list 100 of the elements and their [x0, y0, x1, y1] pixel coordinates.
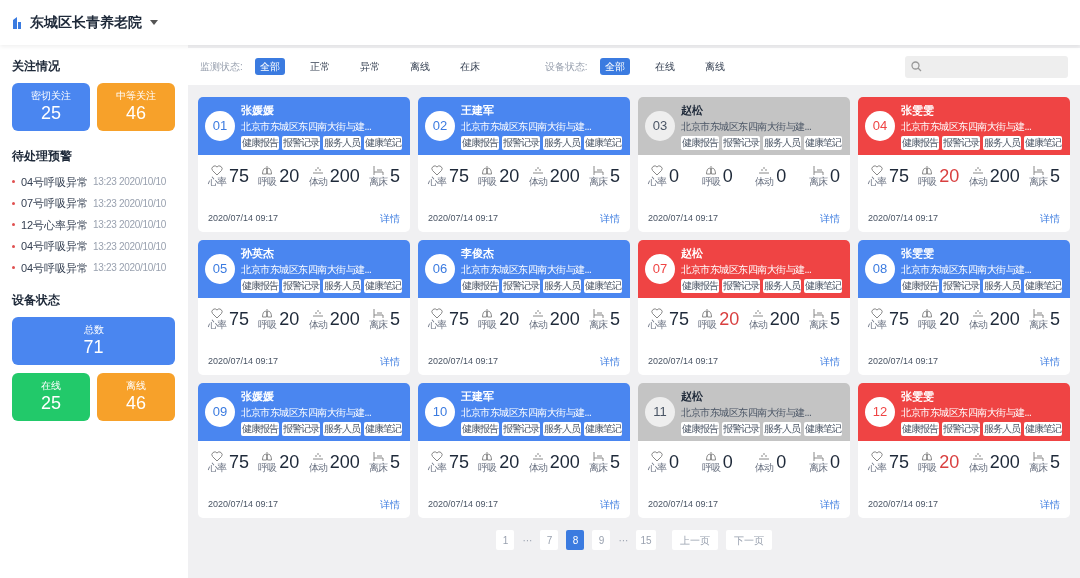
tag-button[interactable]: 健康报告: [461, 278, 499, 293]
address-text: 北京市东城区东四南大街与建...: [901, 120, 1033, 133]
alert-item[interactable]: 07号呼吸异常: [21, 195, 93, 212]
details-link[interactable]: 详情: [1040, 354, 1060, 369]
filter-tab[interactable]: 在线: [649, 58, 680, 75]
tag-button[interactable]: 报警记录: [282, 421, 320, 436]
motion-icon: [758, 165, 771, 176]
bed-icon: [811, 308, 824, 319]
stat-card[interactable]: 密切关注 25: [12, 83, 90, 131]
filter-tab[interactable]: 异常: [354, 58, 385, 75]
details-link[interactable]: 详情: [380, 497, 400, 512]
metric-value: 200: [549, 307, 580, 331]
details-link[interactable]: 详情: [600, 497, 620, 512]
lungs-icon: [921, 165, 934, 176]
tag-button[interactable]: 报警记录: [502, 135, 540, 150]
tag-button[interactable]: 健康报告: [241, 421, 279, 436]
caret-icon[interactable]: [150, 20, 158, 25]
tag-button[interactable]: 服务人员: [323, 421, 361, 436]
tag-button[interactable]: 健康报告: [681, 135, 719, 150]
tag-button[interactable]: 报警记录: [942, 278, 980, 293]
filter-tab[interactable]: 离线: [699, 58, 730, 75]
tag-button[interactable]: 报警记录: [942, 421, 980, 436]
tag-button[interactable]: 服务人员: [543, 278, 581, 293]
tag-button[interactable]: 健康笔记: [1024, 278, 1062, 293]
address-text: 北京市东城区东四南大街与建...: [681, 120, 813, 133]
tag-button[interactable]: 报警记录: [722, 421, 760, 436]
tag-button[interactable]: 健康笔记: [364, 135, 402, 150]
details-link[interactable]: 详情: [600, 354, 620, 369]
page-button[interactable]: 8: [566, 530, 585, 550]
tag-button[interactable]: 健康笔记: [584, 278, 622, 293]
tag-button[interactable]: 健康报告: [681, 278, 719, 293]
tag-button[interactable]: 报警记录: [942, 135, 980, 150]
tag-button[interactable]: 健康笔记: [1024, 421, 1062, 436]
address-text: 北京市东城区东四南大街与建...: [241, 263, 373, 276]
tag-button[interactable]: 服务人员: [543, 421, 581, 436]
tag-button[interactable]: 健康笔记: [364, 278, 402, 293]
tag-button[interactable]: 报警记录: [502, 278, 540, 293]
tag-button[interactable]: 健康笔记: [364, 421, 402, 436]
tag-button[interactable]: 报警记录: [502, 421, 540, 436]
tag-button[interactable]: 服务人员: [763, 421, 801, 436]
filter-tab[interactable]: 全部: [599, 58, 630, 75]
bed-icon: [811, 451, 824, 462]
tag-button[interactable]: 报警记录: [722, 135, 760, 150]
filter-tab[interactable]: 全部: [254, 58, 285, 75]
tag-button[interactable]: 服务人员: [983, 135, 1021, 150]
section-title: 关注情况: [12, 58, 61, 75]
details-link[interactable]: 详情: [380, 211, 400, 226]
details-link[interactable]: 详情: [1040, 211, 1060, 226]
tag-button[interactable]: 健康笔记: [804, 278, 842, 293]
tag-button[interactable]: 报警记录: [722, 278, 760, 293]
details-link[interactable]: 详情: [1040, 497, 1060, 512]
details-link[interactable]: 详情: [820, 211, 840, 226]
tag-button[interactable]: 健康报告: [241, 278, 279, 293]
tag-button[interactable]: 服务人员: [983, 421, 1021, 436]
bullet-icon: [12, 201, 15, 205]
metric-label: 体动: [528, 319, 547, 330]
filter-tab[interactable]: 在床: [454, 58, 485, 75]
tag-button[interactable]: 健康笔记: [804, 421, 842, 436]
alert-item[interactable]: 04号呼吸异常: [21, 238, 93, 255]
alert-item[interactable]: 04号呼吸异常: [21, 173, 93, 190]
filter-tab[interactable]: 离线: [404, 58, 435, 75]
tag-button[interactable]: 健康笔记: [1024, 135, 1062, 150]
tag-button[interactable]: 健康报告: [901, 135, 939, 150]
alert-item[interactable]: 12号心率异常: [21, 216, 93, 233]
search-field[interactable]: [905, 55, 1068, 78]
tag-button[interactable]: 服务人员: [763, 135, 801, 150]
details-link[interactable]: 详情: [820, 497, 840, 512]
details-link[interactable]: 详情: [820, 354, 840, 369]
metric-value: 5: [609, 164, 620, 188]
metric-value: 5: [389, 164, 400, 188]
stat-card[interactable]: 总数 71: [12, 316, 175, 365]
tag-button[interactable]: 健康报告: [461, 421, 499, 436]
details-link[interactable]: 详情: [600, 211, 620, 226]
metric-label: 体动: [528, 462, 547, 473]
tag-button[interactable]: 报警记录: [282, 278, 320, 293]
tag-button[interactable]: 报警记录: [282, 135, 320, 150]
person-name: 张媛媛: [241, 103, 274, 118]
stat-label: 密切关注: [31, 90, 71, 102]
tag-button[interactable]: 服务人员: [543, 135, 581, 150]
lungs-icon: [481, 165, 494, 176]
tag-button[interactable]: 健康报告: [461, 135, 499, 150]
update-time: 2020/07/14 09:17: [868, 354, 939, 368]
tag-button[interactable]: 健康笔记: [584, 421, 622, 436]
tag-button[interactable]: 健康报告: [901, 421, 939, 436]
facility-title[interactable]: 东城区长青养老院: [30, 12, 142, 33]
metric-value: 75: [229, 450, 250, 474]
tag-button[interactable]: 服务人员: [763, 278, 801, 293]
alert-item[interactable]: 04号呼吸异常: [21, 259, 93, 276]
tag-button[interactable]: 服务人员: [323, 278, 361, 293]
tag-button[interactable]: 健康笔记: [804, 135, 842, 150]
tag-button[interactable]: 健康报告: [681, 421, 719, 436]
tag-button[interactable]: 健康报告: [901, 278, 939, 293]
tag-button[interactable]: 健康笔记: [584, 135, 622, 150]
metric-value: 200: [549, 450, 580, 474]
filter-tab[interactable]: 正常: [304, 58, 335, 75]
tag-button[interactable]: 健康报告: [241, 135, 279, 150]
metric-value: 75: [229, 164, 250, 188]
details-link[interactable]: 详情: [380, 354, 400, 369]
tag-button[interactable]: 服务人员: [983, 278, 1021, 293]
tag-button[interactable]: 服务人员: [323, 135, 361, 150]
